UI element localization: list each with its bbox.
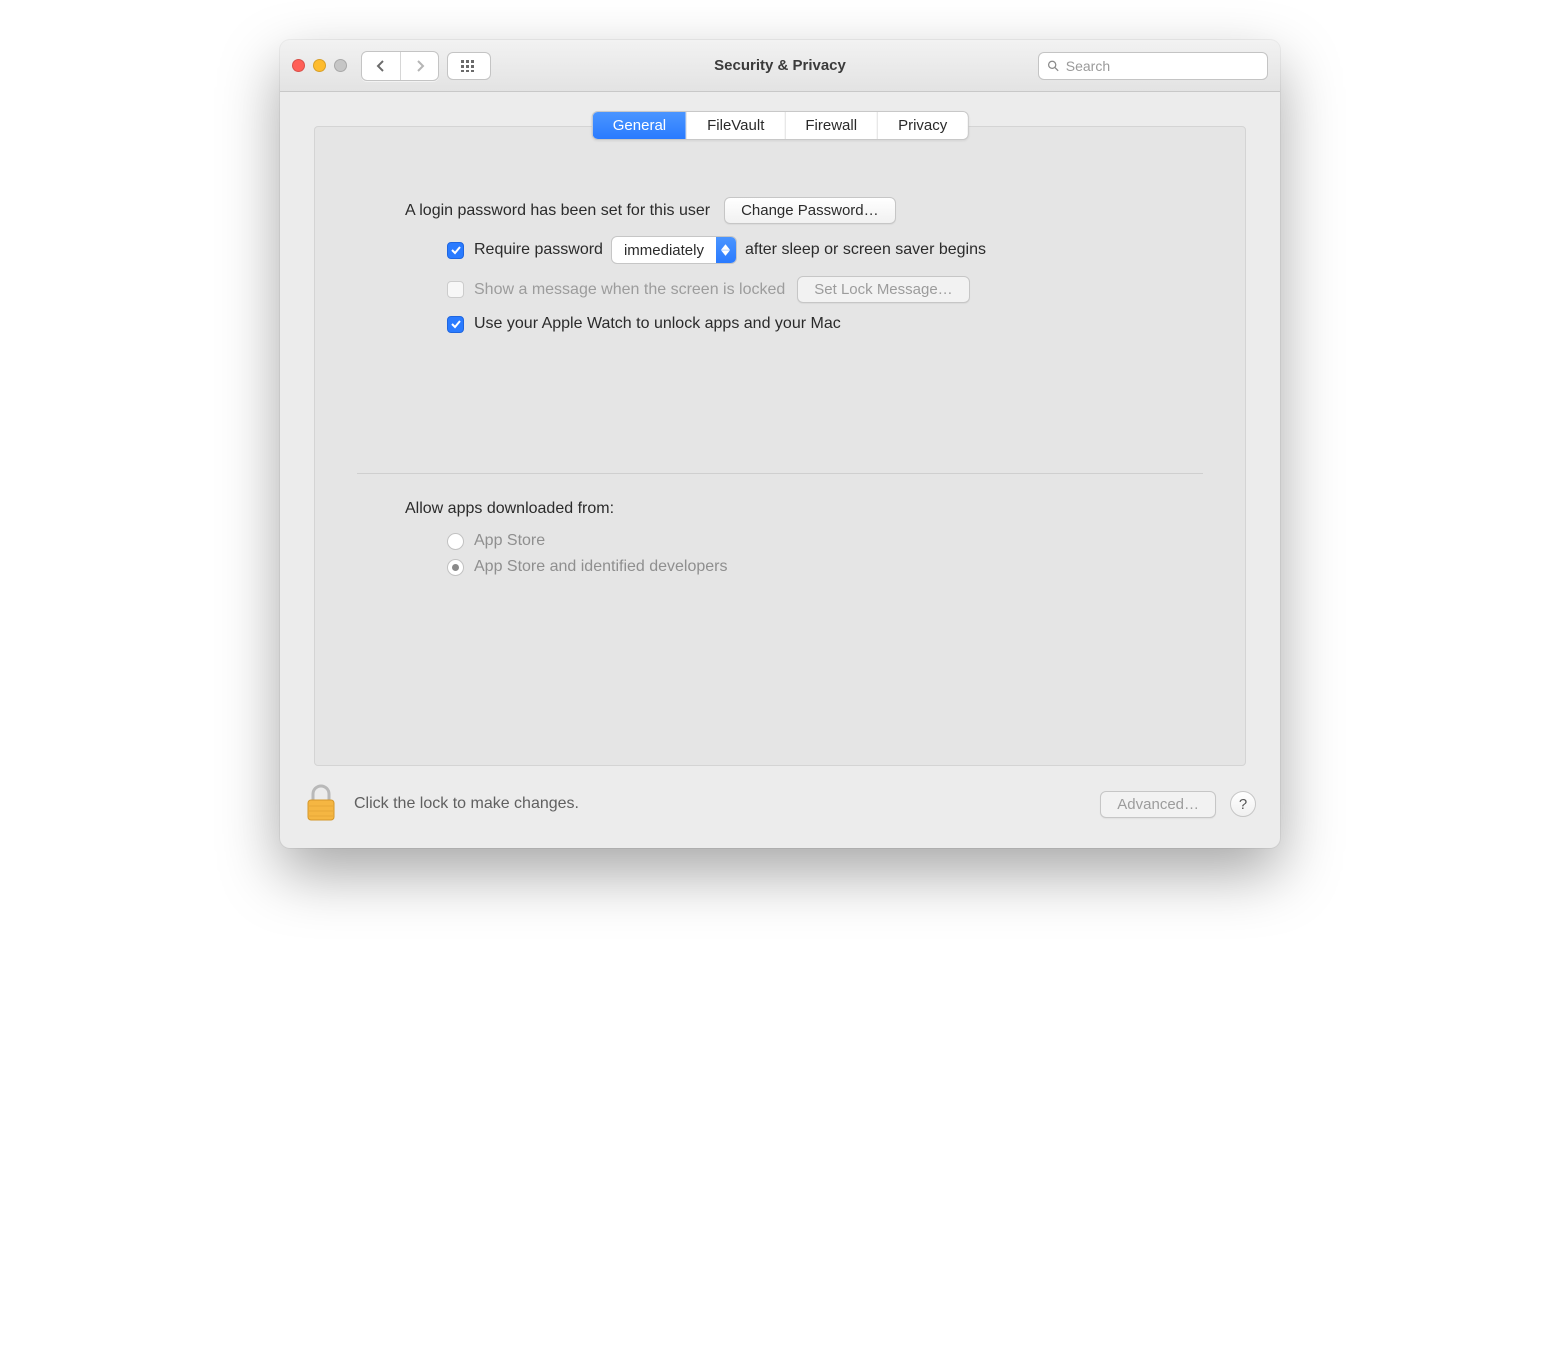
apple-watch-label: Use your Apple Watch to unlock apps and … — [474, 315, 841, 333]
minimize-window-button[interactable] — [313, 59, 326, 72]
close-window-button[interactable] — [292, 59, 305, 72]
search-input[interactable] — [1066, 58, 1259, 74]
require-password-delay-popup[interactable]: immediately — [611, 236, 737, 264]
tab-filevault[interactable]: FileVault — [686, 112, 784, 139]
login-password-row: A login password has been set for this u… — [405, 197, 1155, 224]
help-button[interactable]: ? — [1230, 791, 1256, 817]
allow-apps-option-label: App Store — [474, 532, 545, 550]
allow-apps-option-identified-developers: App Store and identified developers — [447, 558, 1155, 576]
content-area: General FileVault Firewall Privacy A log… — [280, 92, 1280, 766]
search-field[interactable] — [1038, 52, 1268, 80]
chevron-right-icon — [415, 60, 425, 72]
radio-app-store — [447, 533, 464, 550]
nav-back-forward — [361, 51, 439, 81]
login-password-section: A login password has been set for this u… — [405, 197, 1155, 333]
chevron-left-icon — [376, 60, 386, 72]
allow-apps-option-label: App Store and identified developers — [474, 558, 728, 576]
back-button[interactable] — [362, 52, 400, 80]
allow-apps-option-app-store: App Store — [447, 532, 1155, 550]
allow-apps-section: Allow apps downloaded from: App Store Ap… — [405, 500, 1155, 576]
search-icon — [1047, 59, 1060, 73]
settings-panel: General FileVault Firewall Privacy A log… — [314, 126, 1246, 766]
apple-watch-checkbox[interactable] — [447, 316, 464, 333]
tab-firewall[interactable]: Firewall — [784, 112, 877, 139]
set-lock-message-button: Set Lock Message… — [797, 276, 969, 303]
change-password-button[interactable]: Change Password… — [724, 197, 896, 224]
stepper-arrows-icon — [716, 237, 736, 263]
checkmark-icon — [450, 318, 462, 330]
allow-apps-heading: Allow apps downloaded from: — [405, 500, 1155, 518]
require-password-delay-value: immediately — [612, 237, 716, 263]
apple-watch-row: Use your Apple Watch to unlock apps and … — [447, 315, 1155, 333]
grid-icon — [461, 60, 477, 72]
require-password-checkbox[interactable] — [447, 242, 464, 259]
zoom-window-button[interactable] — [334, 59, 347, 72]
lock-hint-text: Click the lock to make changes. — [354, 795, 579, 813]
show-all-button[interactable] — [447, 52, 491, 80]
tab-privacy[interactable]: Privacy — [877, 112, 967, 139]
lock-message-row: Show a message when the screen is locked… — [447, 276, 1155, 303]
advanced-button: Advanced… — [1100, 791, 1216, 818]
section-divider — [357, 473, 1203, 474]
window-controls — [292, 59, 347, 72]
lock-message-label: Show a message when the screen is locked — [474, 281, 785, 299]
tab-bar: General FileVault Firewall Privacy — [592, 111, 969, 140]
radio-identified-developers — [447, 559, 464, 576]
require-password-row: Require password immediately after sleep… — [447, 236, 1155, 264]
lock-icon — [304, 784, 338, 824]
checkmark-icon — [450, 244, 462, 256]
footer: Click the lock to make changes. Advanced… — [280, 766, 1280, 848]
require-password-label-before: Require password — [474, 241, 603, 259]
toolbar: Security & Privacy — [280, 40, 1280, 92]
require-password-label-after: after sleep or screen saver begins — [745, 241, 986, 259]
lock-message-checkbox — [447, 281, 464, 298]
tab-general[interactable]: General — [593, 112, 686, 139]
forward-button[interactable] — [400, 52, 438, 80]
preferences-window: Security & Privacy General FileVault Fir… — [280, 40, 1280, 848]
lock-button[interactable] — [304, 784, 338, 824]
login-password-text: A login password has been set for this u… — [405, 202, 710, 220]
